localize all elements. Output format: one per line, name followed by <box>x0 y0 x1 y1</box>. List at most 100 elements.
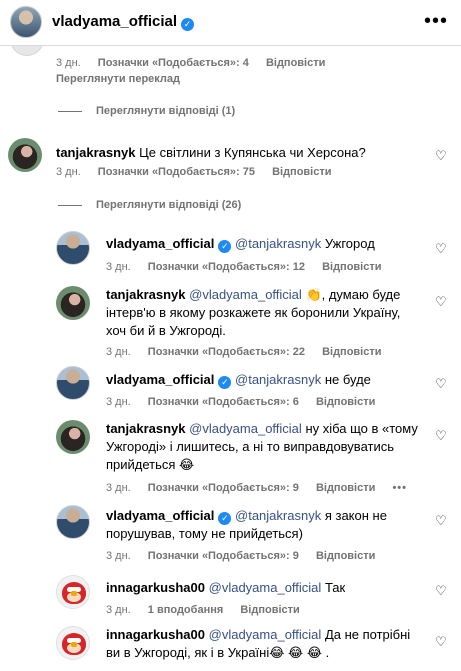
reply-body: innagarkusha00 @vladyama_official Так <box>106 579 345 597</box>
avatar[interactable] <box>56 286 90 320</box>
bird-beak <box>71 642 77 647</box>
reply-username[interactable]: vladyama_official <box>106 372 214 387</box>
likes-count[interactable]: Позначки «Подобається»: 4 <box>98 57 249 69</box>
reply-meta: 3 дн. Позначки «Подобається»: 6 Відповіс… <box>106 396 389 408</box>
like-heart-icon[interactable]: ♡ <box>435 294 447 310</box>
reply-username[interactable]: tanjakrasnyk <box>106 421 186 436</box>
like-heart-icon[interactable]: ♡ <box>435 428 447 444</box>
comment-meta: 3 дн. Позначки «Подобається»: 75 Відпові… <box>56 166 346 178</box>
comment-time[interactable]: 3 дн. <box>56 57 81 69</box>
reply-button[interactable]: Відповісти <box>266 57 325 69</box>
comment-time[interactable]: 3 дн. <box>56 166 81 178</box>
divider-line <box>58 110 82 112</box>
reply-username[interactable]: tanjakrasnyk <box>106 287 186 302</box>
reply-text-line: я закон не <box>324 508 387 523</box>
likes-count[interactable]: Позначки «Подобається»: 75 <box>98 166 255 178</box>
view-replies-link[interactable]: Переглянути відповіді (26) <box>58 199 241 211</box>
like-heart-icon[interactable]: ♡ <box>435 513 447 529</box>
likes-count[interactable]: Позначки «Подобається»: 9 <box>148 482 299 494</box>
reply-time[interactable]: 3 дн. <box>106 346 131 358</box>
avatar[interactable] <box>56 231 90 265</box>
reply-text-line: не буде <box>324 372 371 387</box>
more-options-icon[interactable]: ••• <box>424 10 448 33</box>
reply-body: innagarkusha00 @vladyama_official Да не … <box>106 626 410 662</box>
divider-line <box>58 204 82 206</box>
reply-button[interactable]: Відповісти <box>316 396 375 408</box>
reply-username[interactable]: innagarkusha00 <box>106 627 205 642</box>
reply-text-line: порушував, тому не прийдеться) <box>106 526 303 541</box>
reply-button[interactable]: Відповісти <box>240 604 299 616</box>
translate-link-row: Переглянути переклад <box>56 73 194 85</box>
reply-username[interactable]: vladyama_official <box>106 236 214 251</box>
avatar[interactable] <box>56 366 90 400</box>
reply-meta: 3 дн. 1 вподобання Відповісти <box>106 604 314 616</box>
mention-link[interactable]: @vladyama_official <box>189 421 302 436</box>
reply-button[interactable]: Відповісти <box>316 482 375 494</box>
reply-time[interactable]: 3 дн. <box>106 604 131 616</box>
likes-count[interactable]: Позначки «Подобається»: 22 <box>148 346 305 358</box>
avatar[interactable] <box>56 626 90 660</box>
bird-beak <box>71 591 77 596</box>
reply-time[interactable]: 3 дн. <box>106 261 131 273</box>
reply-button[interactable]: Відповісти <box>322 346 381 358</box>
likes-count[interactable]: Позначки «Подобається»: 12 <box>148 261 305 273</box>
reply-text-line: ну хіба що в «тому <box>305 421 418 436</box>
reply-username[interactable]: innagarkusha00 <box>106 580 205 595</box>
reply-text-line: Так <box>324 580 346 595</box>
like-heart-icon[interactable]: ♡ <box>435 148 447 164</box>
reply-meta: 3 дн. Позначки «Подобається»: 22 Відпові… <box>106 346 396 358</box>
avatar[interactable] <box>10 6 42 38</box>
verified-icon: ✓ <box>218 512 232 525</box>
likes-count[interactable]: Позначки «Подобається»: 9 <box>148 550 299 562</box>
verified-icon: ✓ <box>218 240 232 253</box>
reply-meta: 3 дн. Позначки «Подобається»: 12 Відпові… <box>106 261 396 273</box>
reply-text-line: Да не потрібні <box>324 627 411 642</box>
like-heart-icon[interactable]: ♡ <box>435 376 447 392</box>
avatar[interactable] <box>56 420 90 454</box>
comment-username[interactable]: tanjakrasnyk <box>56 145 136 160</box>
reply-text-line: хоч би й в Ужгороді. <box>106 323 226 338</box>
header-username[interactable]: vladyama_official ✓ <box>52 13 195 31</box>
reply-time[interactable]: 3 дн. <box>106 396 131 408</box>
reply-text-line: 👏, думаю буде <box>305 287 401 302</box>
likes-count[interactable]: Позначки «Подобається»: 6 <box>148 396 299 408</box>
reply-button[interactable]: Відповісти <box>322 261 381 273</box>
avatar[interactable] <box>8 138 42 172</box>
mention-link[interactable]: @tanjakrasnyk <box>235 372 321 387</box>
more-options-icon[interactable]: ••• <box>392 482 407 494</box>
view-replies-link[interactable]: Переглянути відповіді (1) <box>58 105 235 117</box>
reply-meta: 3 дн. Позначки «Подобається»: 9 Відповіс… <box>106 482 421 494</box>
mention-link[interactable]: @tanjakrasnyk <box>235 508 321 523</box>
reply-text-line: Ужгород <box>324 236 375 251</box>
reply-text-line: Ужгороді» і лишитесь, а ні то виправдову… <box>106 439 394 454</box>
verified-icon: ✓ <box>181 18 195 31</box>
reply-time[interactable]: 3 дн. <box>106 550 131 562</box>
mention-link[interactable]: @vladyama_official <box>189 287 302 302</box>
reply-button[interactable]: Відповісти <box>316 550 375 562</box>
view-translation-link[interactable]: Переглянути переклад <box>56 73 180 85</box>
avatar[interactable] <box>56 505 90 539</box>
reply-body: tanjakrasnyk @vladyama_official 👏, думаю… <box>106 286 400 340</box>
like-heart-icon[interactable]: ♡ <box>435 634 447 650</box>
reply-username[interactable]: vladyama_official <box>106 508 214 523</box>
username-text[interactable]: vladyama_official <box>52 13 177 30</box>
view-replies-label: Переглянути відповіді (1) <box>96 105 236 117</box>
mention-link[interactable]: @vladyama_official <box>209 580 322 595</box>
comment-meta: 3 дн. Позначки «Подобається»: 4 Відповіс… <box>56 57 339 69</box>
reply-body: vladyama_official ✓ @tanjakrasnyk я закон… <box>106 507 387 543</box>
like-heart-icon[interactable]: ♡ <box>435 583 447 599</box>
reply-text-line: ви в Ужгороді, як і в Україні😂 😂 😂 . <box>106 645 330 660</box>
comment-body: tanjakrasnyk Це світлини з Купянська чи … <box>56 144 366 162</box>
likes-count[interactable]: 1 вподобання <box>148 604 223 616</box>
like-heart-icon[interactable]: ♡ <box>435 241 447 257</box>
mention-link[interactable]: @vladyama_official <box>209 627 322 642</box>
avatar[interactable] <box>56 575 90 609</box>
reply-time[interactable]: 3 дн. <box>106 482 131 494</box>
view-replies-label: Переглянути відповіді (26) <box>96 199 242 211</box>
mention-link[interactable]: @tanjakrasnyk <box>235 236 321 251</box>
reply-button[interactable]: Відповісти <box>272 166 331 178</box>
reply-body: vladyama_official ✓ @tanjakrasnyk не буде <box>106 371 371 389</box>
partial-avatar <box>10 46 44 56</box>
reply-meta: 3 дн. Позначки «Подобається»: 9 Відповіс… <box>106 550 389 562</box>
reply-text-line: інтерв'ю в якому розкажете як боронили У… <box>106 305 401 320</box>
